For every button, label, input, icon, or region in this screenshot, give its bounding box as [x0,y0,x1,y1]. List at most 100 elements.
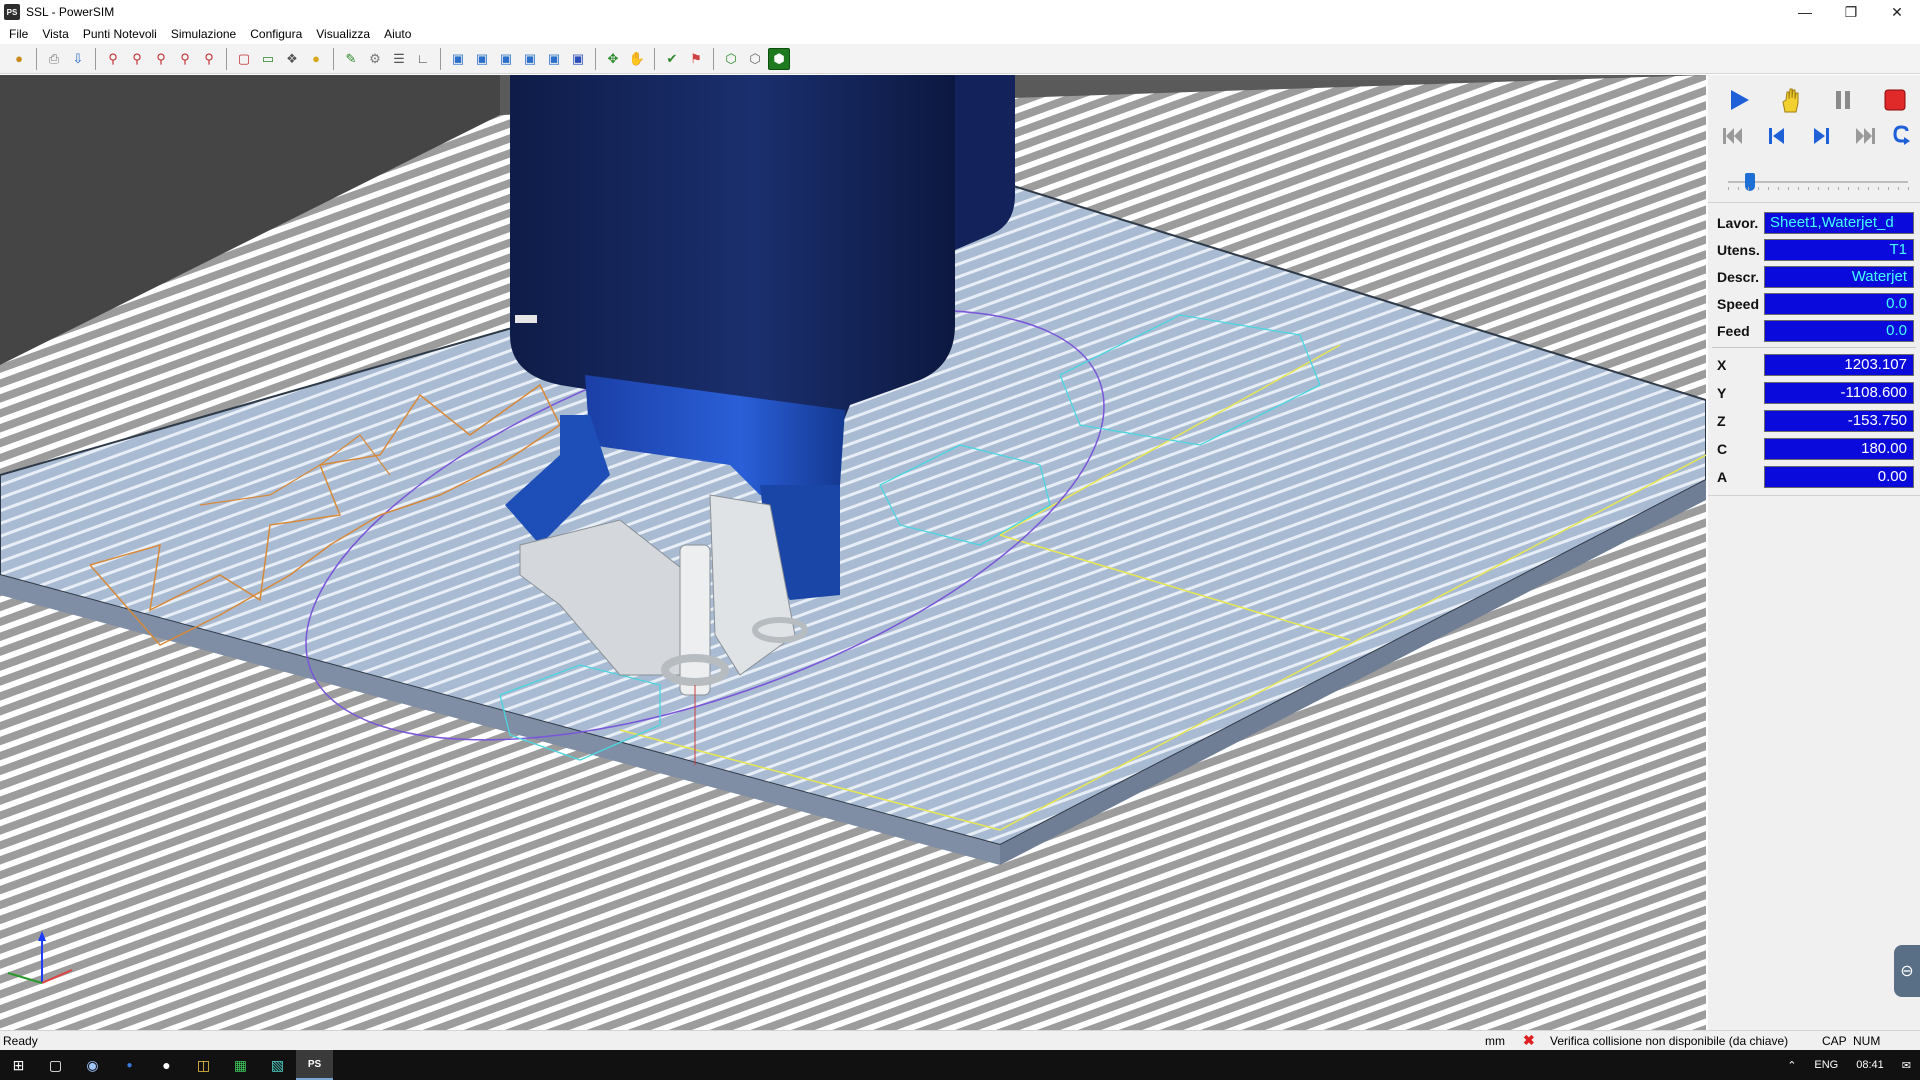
shaded-button[interactable]: ⬢ [768,47,790,70]
menu-bar: File Vista Punti Notevoli Simulazione Co… [0,24,1920,44]
flag-button[interactable]: ⚑ [685,48,707,70]
task-view-button[interactable]: ▢ [37,1050,74,1080]
system-tray: ⌃ ENG 08:41 ✉ [1778,1050,1920,1080]
feed-row: Feed 0.0 [1708,319,1920,343]
menu-aiuto[interactable]: Aiuto [377,24,418,44]
play-button[interactable] [1724,85,1754,115]
hand-button[interactable]: ✋ [626,48,648,70]
xml-button[interactable]: ▧ [259,1050,296,1080]
feed-value: 0.0 [1764,320,1914,342]
status-num: NUM [1853,1033,1881,1048]
menu-visualizza[interactable]: Visualizza [309,24,377,44]
view-back-button[interactable]: ▣ [519,48,541,70]
menu-configura[interactable]: Configura [243,24,309,44]
move-button[interactable]: ✥ [602,48,624,70]
skip-first-button[interactable] [1718,121,1748,151]
tray-chevron-icon[interactable]: ⌃ [1778,1059,1805,1072]
descr-row: Descr. Waterjet [1708,265,1920,289]
import-icon: ⇩ [72,50,84,66]
step-back-button[interactable] [1762,121,1792,151]
view-back-icon: ▣ [523,50,537,66]
pause-button[interactable] [1828,85,1858,115]
chat-button[interactable]: ● [148,1050,185,1080]
zoom-out-button[interactable]: ⚲ [150,48,172,70]
open-button[interactable]: ● [8,48,30,70]
screen-button[interactable]: ▭ [257,48,279,70]
slider-tick [1788,187,1789,190]
browser-icon: ◉ [86,1056,99,1073]
menu-file[interactable]: File [2,24,35,44]
view-front-button[interactable]: ▣ [471,48,493,70]
solid-button[interactable]: ⬡ [720,48,742,70]
main-toolbar: ● ⎙ ⇩ ⚲ ⚲ ⚲ ⚲ ⚲ ▢ ▭ ❖ ● ✎ ⚙ ☰ ∟ ▣ ▣ ▣ ▣ … [0,44,1920,74]
skip-last-button[interactable] [1850,121,1880,151]
list-icon: ☰ [393,50,405,66]
pause-icon [1836,91,1850,109]
view-iso-button[interactable]: ▣ [447,48,469,70]
notification-icon[interactable]: ✉ [1893,1059,1920,1072]
excel-button[interactable]: ▦ [222,1050,259,1080]
machine-head-side [955,75,1015,250]
loop-button[interactable] [1886,121,1916,151]
machine-button[interactable]: ⚙ [364,48,386,70]
zoom-window-button[interactable]: ⚲ [126,48,148,70]
powersim-taskbar-button[interactable]: PS [296,1050,333,1080]
check-button[interactable]: ✔ [661,48,683,70]
zoom-all-icon: ▢ [237,50,251,66]
zoom-previous-button[interactable]: ⚲ [174,48,196,70]
light-icon: ● [312,51,320,66]
app-button[interactable]: ● [111,1050,148,1080]
close-button[interactable]: ✕ [1874,0,1920,24]
windows-taskbar: ⊞ ▢ ◉ ● ● ◫ ▦ ▧ PS ⌃ ENG 08:41 ✉ [0,1050,1920,1080]
c-coord-row: C 180.00 [1708,437,1920,461]
start-button[interactable]: ⊞ [0,1050,37,1080]
panel-toggle-tab[interactable]: ⊖ [1894,945,1920,997]
menu-simulazione[interactable]: Simulazione [164,24,243,44]
c-coord-value: 180.00 [1764,438,1914,460]
language-indicator[interactable]: ENG [1805,1059,1847,1071]
browser-button[interactable]: ◉ [74,1050,111,1080]
nozzle-body [679,544,711,696]
3d-viewport[interactable] [0,75,1706,1030]
speed-value: 0.0 [1764,293,1914,315]
zoom-in-icon: ⚲ [108,50,118,66]
zoom-all-button[interactable]: ▢ [233,48,255,70]
slider-tick [1878,187,1879,190]
menu-vista[interactable]: Vista [35,24,75,44]
select-button[interactable]: ❖ [281,48,303,70]
zoom-extents-button[interactable]: ⚲ [198,48,220,70]
slider-tick [1848,187,1849,190]
wire-button[interactable]: ⬡ [744,48,766,70]
speed-label: Speed [1717,296,1760,312]
step-forward-button[interactable] [1806,121,1836,151]
view-side-button[interactable]: ▣ [495,48,517,70]
stop-button[interactable] [1880,85,1910,115]
zoom-in-button[interactable]: ⚲ [102,48,124,70]
close-icon: ✕ [1891,3,1903,20]
app-icon: ● [126,1059,133,1071]
speed-slider-thumb[interactable] [1745,173,1755,191]
axes-button[interactable]: ∟ [412,48,434,70]
y-coord-value: -1108.600 [1764,382,1914,404]
restore-button[interactable]: ❐ [1828,0,1874,24]
list-button[interactable]: ☰ [388,48,410,70]
tool-button[interactable]: ✎ [340,48,362,70]
view-bottom-button[interactable]: ▣ [567,48,589,70]
error-x-icon: ✖ [1523,1032,1535,1048]
view-top-button[interactable]: ▣ [543,48,565,70]
speed-slider-track[interactable] [1728,181,1908,183]
status-bar: Ready mm ✖ Verifica collisione non dispo… [0,1030,1920,1050]
clock[interactable]: 08:41 [1847,1059,1893,1071]
slider-tick [1798,187,1799,190]
minimize-button[interactable]: — [1782,0,1828,24]
excel-icon: ▦ [233,1056,248,1073]
tool-icon: ✎ [345,50,357,66]
hand-button[interactable] [1776,85,1806,115]
light-button[interactable]: ● [305,48,327,70]
hand-icon: ✋ [628,50,646,66]
menu-punti-notevoli[interactable]: Punti Notevoli [76,24,164,44]
print-button[interactable]: ⎙ [43,48,65,70]
import-button[interactable]: ⇩ [67,48,89,70]
explorer-button[interactable]: ◫ [185,1050,222,1080]
status-ready: Ready [3,1033,38,1048]
